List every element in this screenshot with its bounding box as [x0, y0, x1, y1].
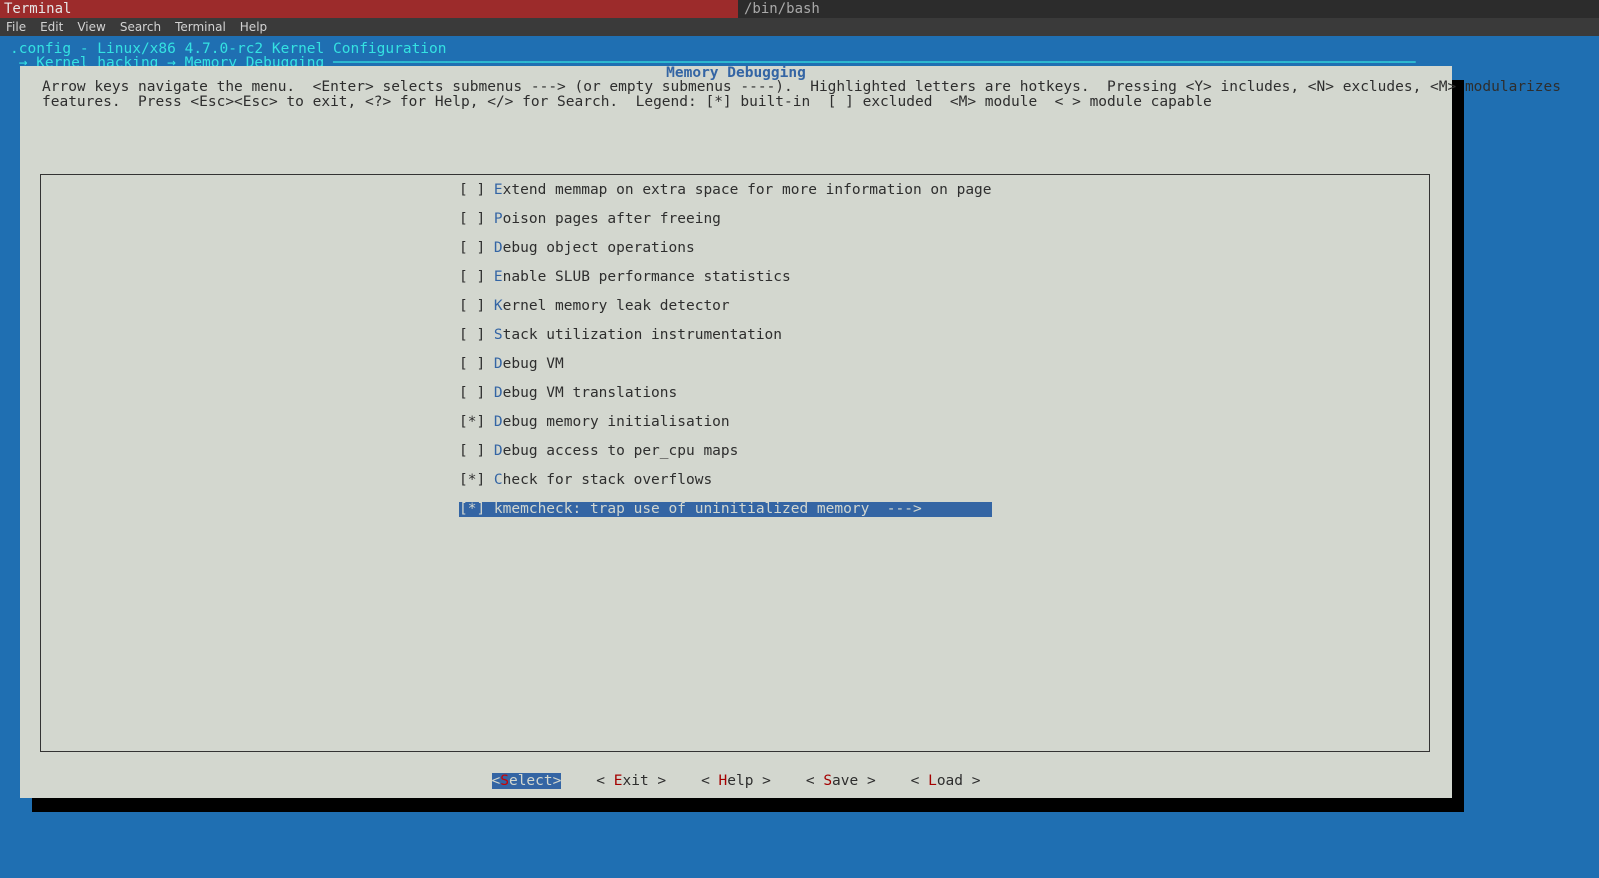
option-row-0[interactable]: [ ] Extend memmap on extra space for mor… [459, 183, 992, 198]
option-row-10[interactable]: [*] Check for stack overflows [459, 473, 992, 488]
menu-help[interactable]: Help [240, 18, 267, 36]
option-row-1[interactable]: [ ] Poison pages after freeing [459, 212, 992, 227]
load-button[interactable]: < Load > [911, 773, 981, 789]
options-list[interactable]: [ ] Extend memmap on extra space for mor… [459, 183, 992, 531]
save-button[interactable]: < Save > [806, 773, 876, 789]
option-row-3[interactable]: [ ] Enable SLUB performance statistics [459, 270, 992, 285]
help-line-2: features. Press <Esc><Esc> to exit, <?> … [42, 94, 1212, 110]
option-row-8[interactable]: [*] Debug memory initialisation [459, 415, 992, 430]
window-title-path: /bin/bash [738, 0, 1599, 18]
terminal-area[interactable]: .config - Linux/x86 4.7.0-rc2 Kernel Con… [0, 36, 1599, 878]
option-row-6[interactable]: [ ] Debug VM [459, 357, 992, 372]
menu-view[interactable]: View [77, 18, 105, 36]
menu-file[interactable]: File [6, 18, 26, 36]
panel-shadow-bottom [32, 798, 1464, 812]
menubar: File Edit View Search Terminal Help [0, 18, 1599, 36]
option-row-7[interactable]: [ ] Debug VM translations [459, 386, 992, 401]
help-button[interactable]: < Help > [701, 773, 771, 789]
option-row-5[interactable]: [ ] Stack utilization instrumentation [459, 328, 992, 343]
menu-search[interactable]: Search [120, 18, 161, 36]
exit-button[interactable]: < Exit > [596, 773, 666, 789]
option-row-4[interactable]: [ ] Kernel memory leak detector [459, 299, 992, 314]
help-text: Arrow keys navigate the menu. <Enter> se… [42, 80, 1430, 110]
option-row-9[interactable]: [ ] Debug access to per_cpu maps [459, 444, 992, 459]
option-row-11[interactable]: [*] kmemcheck: trap use of uninitialized… [459, 502, 992, 517]
window-titlebar: Terminal /bin/bash [0, 0, 1599, 18]
menu-terminal[interactable]: Terminal [175, 18, 226, 36]
option-row-2[interactable]: [ ] Debug object operations [459, 241, 992, 256]
main-panel: Memory Debugging Arrow keys navigate the… [20, 66, 1452, 798]
menu-edit[interactable]: Edit [40, 18, 63, 36]
options-box: [ ] Extend memmap on extra space for mor… [40, 174, 1430, 752]
panel-shadow-right [1452, 80, 1464, 812]
button-row: <Select> < Exit > < Help > < Save > < Lo… [20, 774, 1452, 789]
window-title-active: Terminal [0, 0, 738, 18]
select-button[interactable]: <Select> [492, 773, 562, 789]
help-line-1: Arrow keys navigate the menu. <Enter> se… [42, 79, 1561, 95]
